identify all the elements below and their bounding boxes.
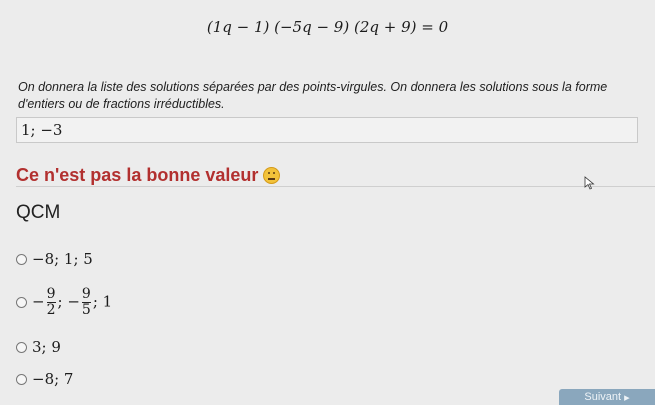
radio-button[interactable]: [16, 253, 27, 265]
qcm-option-4[interactable]: −8; 7: [16, 370, 73, 388]
equation: (1q − 1) (−5q − 9) (2q + 9) = 0: [206, 18, 449, 36]
radio-button[interactable]: [16, 341, 27, 353]
qcm-option-3[interactable]: 3; 9: [16, 338, 61, 356]
instructions-text: On donnera la liste des solutions séparé…: [18, 80, 608, 111]
fraction-1: 9 2: [46, 286, 56, 318]
radio-button[interactable]: [16, 297, 27, 308]
feedback-text: Ce n'est pas la bonne valeur: [16, 165, 259, 185]
next-button[interactable]: Suivant ▸: [559, 389, 655, 405]
qcm-title: QCM: [16, 202, 61, 223]
fraction-2: 9 5: [81, 286, 91, 318]
frowning-face-icon: [263, 167, 281, 184]
option-label: −8; 7: [32, 370, 74, 388]
divider: [16, 186, 655, 187]
qcm-option-1[interactable]: −8; 1; 5: [16, 250, 93, 268]
radio-button[interactable]: [16, 373, 27, 385]
answer-value: 1; −3: [21, 121, 63, 139]
feedback-message: Ce n'est pas la bonne valeur: [16, 165, 281, 186]
option-label: 3; 9: [32, 338, 61, 356]
mouse-cursor-icon: [584, 176, 595, 190]
option-label: − 9 2 ; − 9 5 ; 1: [32, 286, 113, 318]
next-button-label: Suivant: [584, 391, 622, 403]
option-label: −8; 1; 5: [32, 250, 93, 268]
qcm-option-2[interactable]: − 9 2 ; − 9 5 ; 1: [16, 287, 112, 318]
arrow-right-icon: ▸: [624, 391, 630, 404]
answer-input[interactable]: 1; −3: [16, 117, 638, 143]
